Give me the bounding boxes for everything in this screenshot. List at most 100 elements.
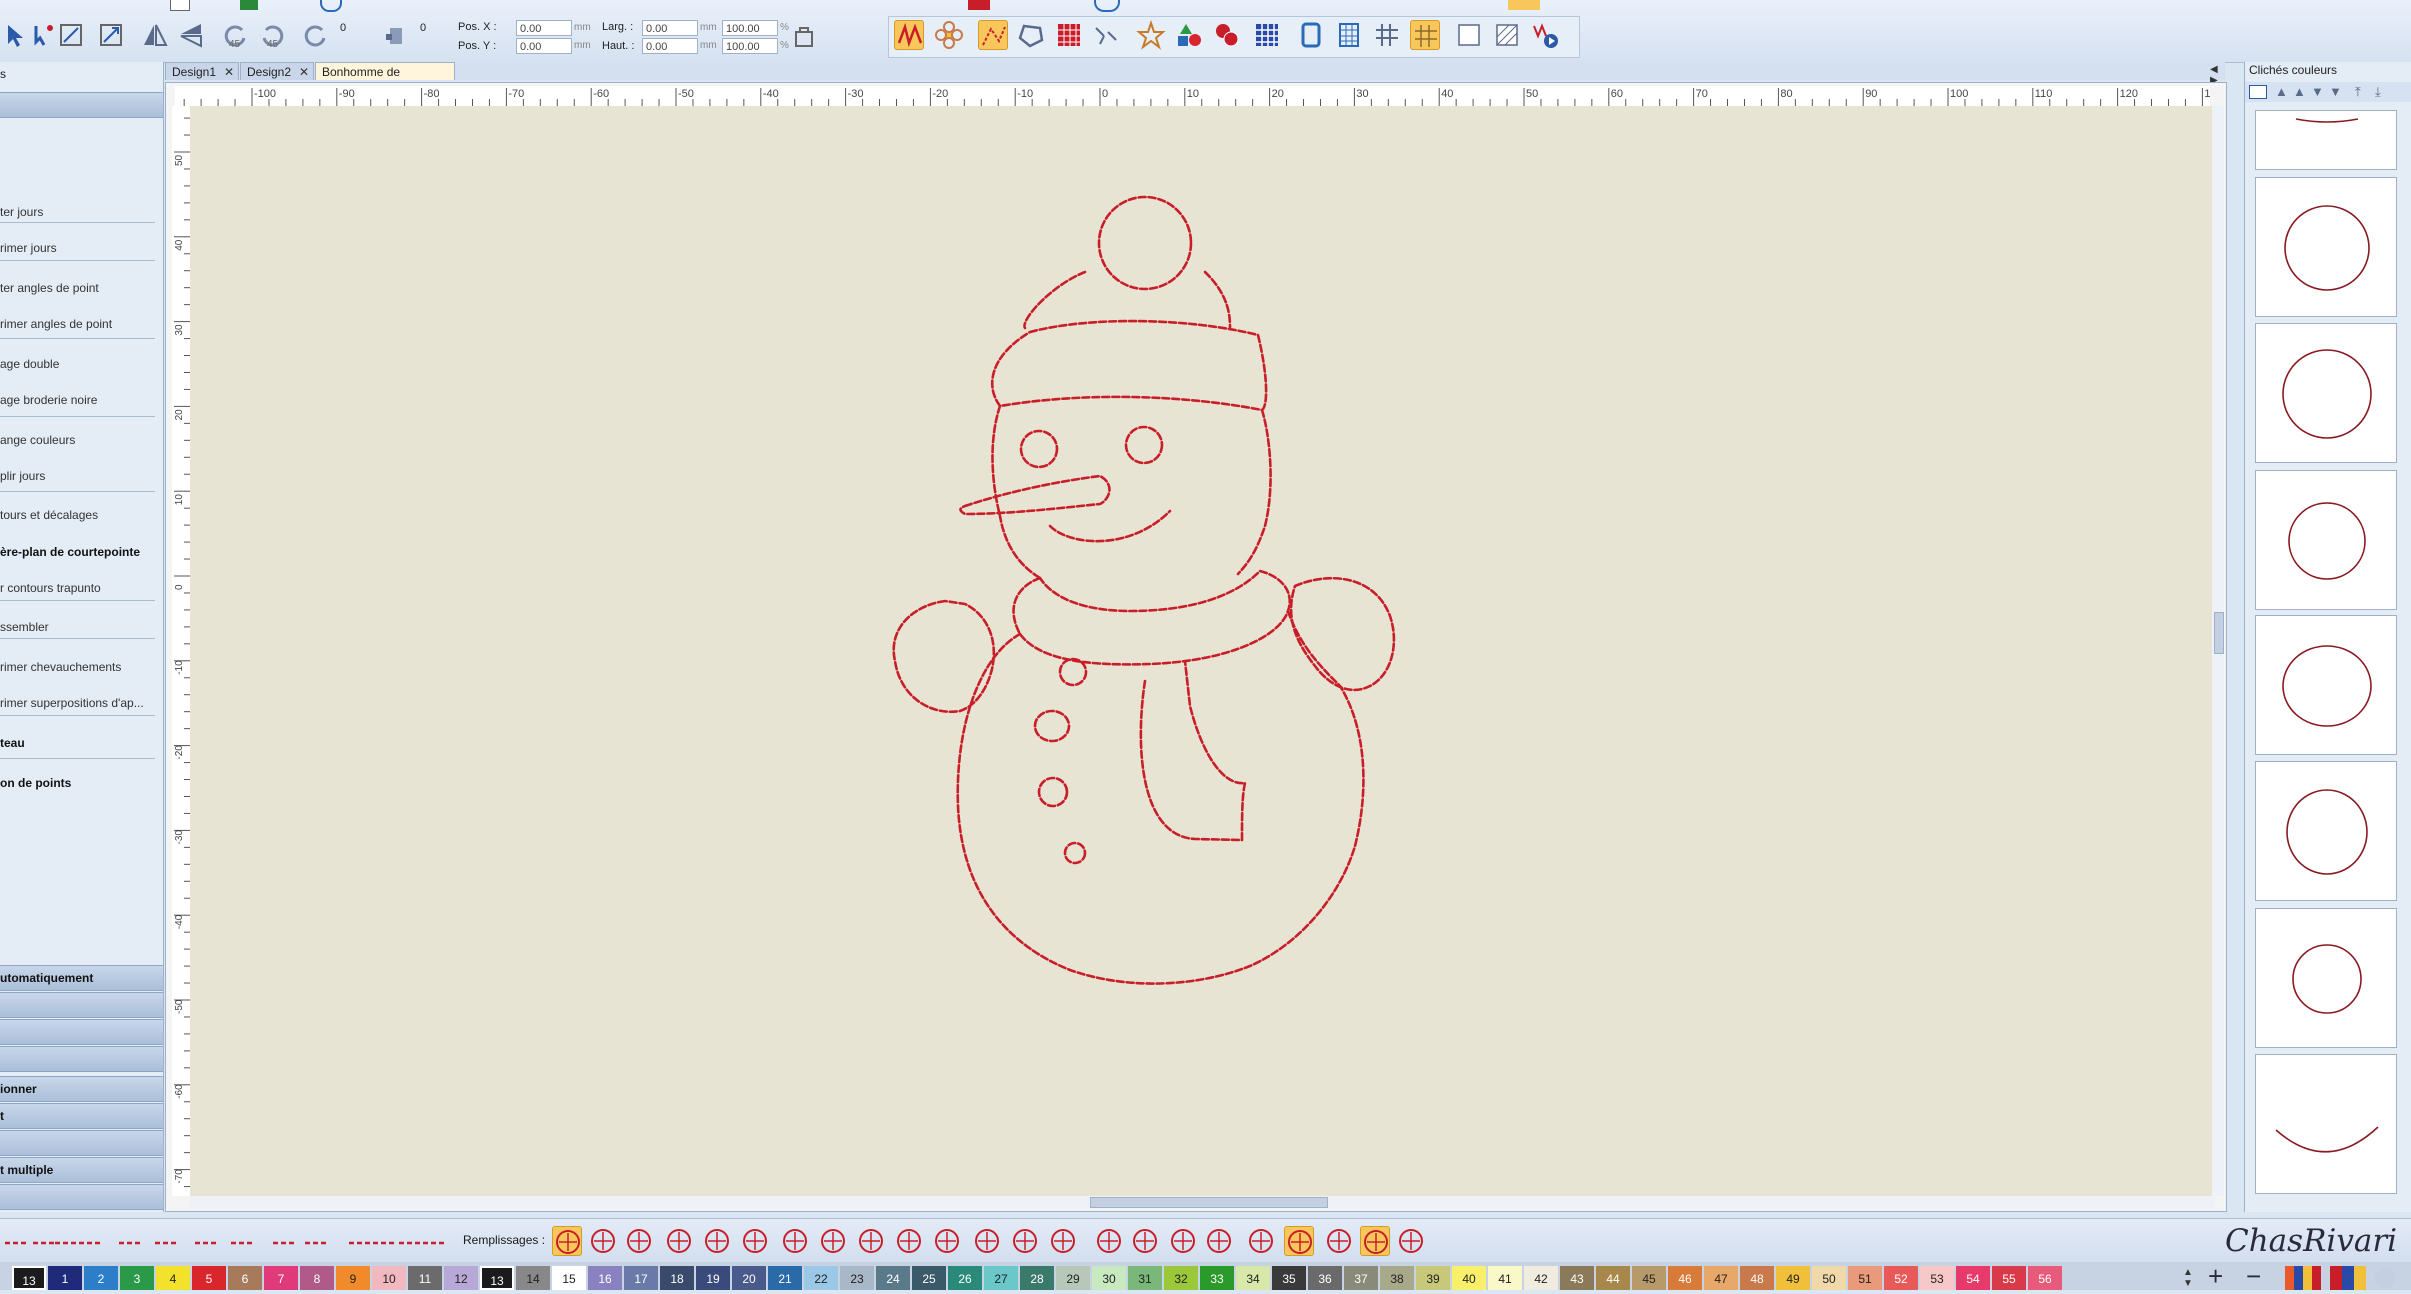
flower-stitch-icon[interactable] [934,20,964,50]
palette-scroll-icon[interactable]: ▲ ▼ [2183,1267,2193,1289]
thread-color-icon[interactable] [968,0,990,10]
thread-swatch[interactable]: 46 [1668,1266,1702,1290]
fill-pattern-icon[interactable] [1048,1226,1078,1256]
thread-swatch[interactable]: 14 [516,1266,550,1290]
scale-height-field[interactable]: 100.00 [722,38,778,54]
left-panel-item[interactable]: plir jours [0,469,160,483]
convert-icon[interactable] [1090,20,1120,50]
thread-swatch[interactable]: 43 [1560,1266,1594,1290]
fill-pattern-icon[interactable] [740,1226,770,1256]
snapshot-partial[interactable] [2255,110,2397,170]
snapshot-circle-3[interactable] [2255,470,2397,610]
fill-pattern-icon[interactable] [856,1226,886,1256]
pos-y-field[interactable]: 0.00 [516,38,572,54]
thread-swatch[interactable]: 52 [1884,1266,1918,1290]
left-panel-section-2[interactable]: ionner [0,1076,163,1102]
left-panel-section-4[interactable]: t multiple [0,1157,163,1183]
fill-pattern-icon[interactable] [588,1226,618,1256]
stitch-type-icon[interactable] [116,1227,146,1257]
stitch-type-icon[interactable] [270,1227,300,1257]
zoom-search-icon[interactable] [1094,0,1120,12]
move-down-icon[interactable]: ▼ [2311,84,2324,99]
left-panel-section-1[interactable]: utomatiquement [0,965,163,991]
appliqué-icon[interactable] [1212,20,1242,50]
left-panel-item[interactable]: age broderie noire [0,393,160,407]
thread-swatch[interactable]: 45 [1632,1266,1666,1290]
thread-swatch[interactable]: 55 [1992,1266,2026,1290]
thread-swatch[interactable]: 13 [12,1266,46,1290]
thread-swatch[interactable]: 16 [588,1266,622,1290]
background-white-icon[interactable] [1454,20,1484,50]
thread-palette-icon[interactable] [2285,1266,2321,1290]
horizontal-scroll-thumb[interactable] [1090,1197,1328,1208]
fill-pattern-icon[interactable] [1324,1226,1354,1256]
move-bottom-icon[interactable]: ▼ [2329,84,2342,99]
left-panel-item[interactable]: rimer chevauchements [0,660,160,674]
thread-swatch[interactable]: 24 [876,1266,910,1290]
snapshot-circle-2[interactable] [2255,323,2397,463]
scale-width-field[interactable]: 100.00 [722,20,778,36]
snapshot-pompom[interactable] [2255,177,2397,317]
fill-pattern-icon[interactable] [1246,1226,1276,1256]
rotate-free-icon[interactable] [300,20,330,50]
rotate-left-45-icon[interactable]: 45 [220,20,250,50]
snapshot-view-icon[interactable] [2249,85,2267,99]
fill-pattern-icon[interactable] [1204,1226,1234,1256]
fill-pattern-icon[interactable] [624,1226,654,1256]
mirror-horizontal-icon[interactable] [140,20,170,50]
fill-pattern-icon[interactable] [1360,1226,1390,1256]
fill-pattern-icon[interactable] [1094,1226,1124,1256]
grid-icon[interactable] [1372,20,1402,50]
fill-pattern-icon[interactable] [1396,1226,1426,1256]
left-panel-section-blank-2[interactable] [0,1019,163,1045]
snowman-design[interactable] [190,106,2215,1196]
thread-swatch[interactable]: 11 [408,1266,442,1290]
left-panel-item[interactable]: tours et décalages [0,508,160,522]
thread-swatch[interactable]: 6 [228,1266,262,1290]
thread-swatch[interactable]: 44 [1596,1266,1630,1290]
thread-swatch[interactable]: 21 [768,1266,802,1290]
thread-swatch[interactable]: 17 [624,1266,658,1290]
stitch-type-icon[interactable] [152,1227,182,1257]
thread-swatch[interactable]: 19 [696,1266,730,1290]
stitch-type-icon[interactable] [76,1227,106,1257]
fill-pattern-icon[interactable] [1284,1226,1314,1256]
background-hatch-icon[interactable] [1492,20,1522,50]
thread-swatch[interactable]: 41 [1488,1266,1522,1290]
embroidery-workspace[interactable] [190,106,2215,1196]
thread-swatch[interactable]: 30 [1092,1266,1126,1290]
color-settings-icon[interactable] [2375,1268,2395,1288]
left-panel-item[interactable]: rimer superpositions d'ap... [0,696,160,710]
height-field[interactable]: 0.00 [642,38,698,54]
point-edit-icon[interactable] [28,20,58,50]
thread-swatch[interactable]: 54 [1956,1266,1990,1290]
grid-highlight-icon[interactable] [1410,20,1440,50]
move-up-icon[interactable]: ▲ [2293,84,2306,99]
left-panel-item[interactable]: ange couleurs [0,433,160,447]
fill-pattern-icon[interactable] [1130,1226,1160,1256]
highlighted-tool-icon[interactable] [1508,0,1540,10]
thread-swatch[interactable]: 20 [732,1266,766,1290]
thread-swatch[interactable]: 31 [1128,1266,1162,1290]
thread-swatch[interactable]: 22 [804,1266,838,1290]
fill-pattern-icon[interactable] [1168,1226,1198,1256]
fill-pattern-icon[interactable] [818,1226,848,1256]
thread-swatch[interactable]: 26 [948,1266,982,1290]
thread-swatch[interactable]: 29 [1056,1266,1090,1290]
left-panel-item[interactable]: rimer jours [0,241,160,255]
thread-swatch[interactable]: 15 [552,1266,586,1290]
zoom-icon[interactable] [320,0,342,12]
save-icon[interactable] [240,0,258,10]
left-panel-section-blank-4[interactable] [0,1130,163,1156]
fill-pattern-icon[interactable] [894,1226,924,1256]
grid-fill-icon[interactable] [1252,20,1282,50]
hoop-icon[interactable] [1296,20,1326,50]
thread-swatch[interactable]: 25 [912,1266,946,1290]
thread-swatch[interactable]: 4 [156,1266,190,1290]
thread-swatch[interactable]: 1 [48,1266,82,1290]
move-top-icon[interactable]: ▲ [2275,84,2288,99]
mirror-vertical-icon[interactable] [176,20,206,50]
left-panel-item[interactable]: ter jours [0,205,160,219]
color-table-icon[interactable] [2330,1266,2366,1290]
vertical-scroll-thumb[interactable] [2214,612,2224,654]
